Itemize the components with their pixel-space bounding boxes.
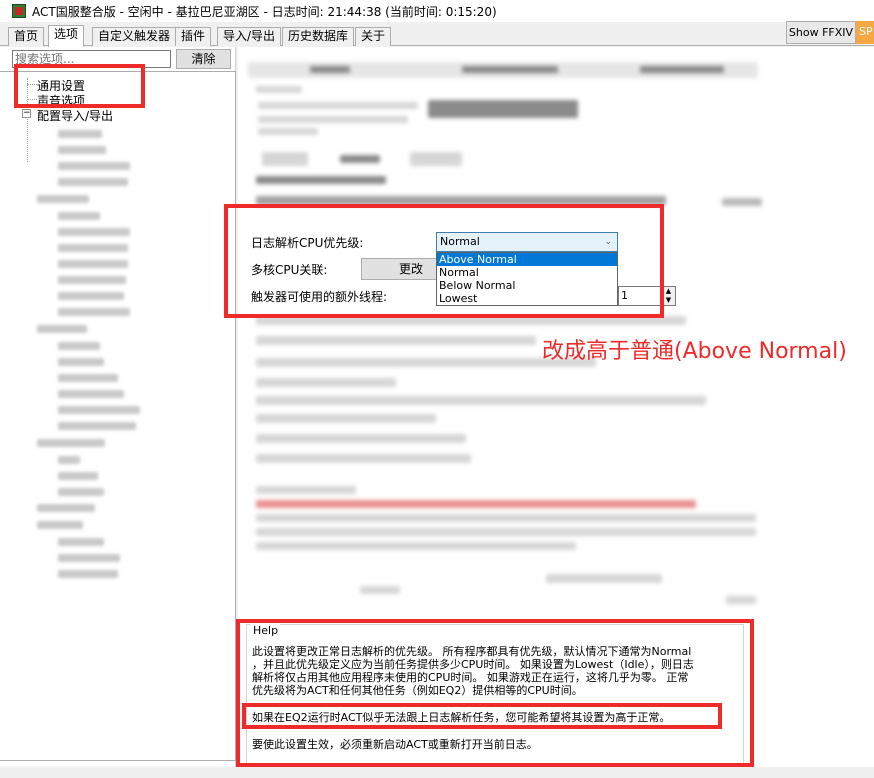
tab-options[interactable]: 选项 (48, 25, 85, 47)
blurred-tree-item (58, 456, 80, 464)
blurred-tree-item (37, 504, 95, 512)
option-lowest[interactable]: Lowest (437, 292, 617, 305)
tab-home[interactable]: 首页 (8, 27, 45, 46)
tab-import-export[interactable]: 导入/导出 (217, 27, 282, 46)
highlight-box-recommendation (242, 703, 722, 729)
blurred-button (262, 152, 308, 166)
blurred-tree-item (58, 130, 102, 138)
blurred-tree-item (58, 406, 140, 414)
blurred-checkbox (256, 434, 466, 443)
blurred-text (258, 116, 408, 123)
blurred-tree-item (58, 554, 120, 562)
blurred-checkbox (256, 396, 706, 405)
tab-history-db[interactable]: 历史数据库 (282, 27, 355, 46)
blurred-tree-item (58, 146, 106, 154)
tab-about[interactable]: 关于 (355, 27, 392, 46)
tree-item-config-import-export[interactable]: 配置导入/导出 (37, 107, 113, 124)
sp-button[interactable]: SP (856, 21, 874, 44)
main-tabs: 首页 选项 自定义触发器 插件 导入/导出 历史数据库 关于 (0, 25, 874, 47)
blurred-text (256, 86, 302, 93)
blurred-text (256, 514, 756, 522)
tab-custom-triggers[interactable]: 自定义触发器 (92, 27, 177, 46)
blurred-checkbox (256, 176, 386, 184)
blurred-text (360, 586, 400, 594)
blurred-tree-item (58, 228, 130, 236)
blurred-text (640, 66, 724, 73)
blurred-tree-item (58, 422, 136, 430)
blurred-tree-item (58, 260, 128, 268)
blurred-tree-item (58, 178, 128, 186)
option-normal[interactable]: Normal (437, 266, 617, 279)
blurred-text (258, 102, 418, 109)
blurred-tree-item (58, 212, 100, 220)
collapse-icon[interactable]: − (22, 109, 31, 118)
blurred-tree-item (58, 374, 118, 382)
blurred-checkbox (546, 574, 662, 583)
blurred-tree-item (58, 570, 118, 578)
blurred-checkbox (256, 454, 471, 463)
blurred-text (726, 596, 756, 604)
blurred-tree-item (58, 472, 98, 480)
blurred-tree-item (58, 358, 104, 366)
blurred-tree-item (58, 162, 130, 170)
blurred-checkbox (256, 336, 536, 345)
blurred-heading (256, 486, 356, 494)
options-sidebar: 清除 通用设置 声音选项 − 配置导入/导出 (0, 47, 236, 767)
blurred-button (340, 155, 380, 163)
blurred-text (462, 66, 558, 73)
blurred-tree-item (58, 292, 124, 300)
blurred-tree-item (37, 521, 83, 529)
blurred-button (410, 152, 462, 166)
options-tree: 通用设置 声音选项 − 配置导入/导出 (0, 71, 236, 761)
blurred-text (256, 542, 576, 550)
blurred-warning (256, 500, 696, 508)
blurred-tree-item (58, 342, 100, 350)
annotation-text: 改成高于普通(Above Normal) (542, 339, 847, 364)
blurred-tree-item (58, 244, 128, 252)
clear-search-button[interactable]: 清除 (176, 49, 231, 69)
blurred-tree-item (37, 195, 89, 203)
show-ffxiv-button[interactable]: Show FFXIV (786, 21, 856, 44)
blurred-tree-item (58, 276, 126, 284)
highlight-box-help (236, 619, 754, 767)
blurred-image (428, 100, 578, 118)
cpu-priority-dropdown: Above Normal Normal Below Normal Lowest (436, 252, 618, 306)
window-title: ACT国服整合版 - 空闲中 - 基拉巴尼亚湖区 - 日志时间: 21:44:3… (32, 4, 497, 19)
title-bar: ACT国服整合版 - 空闲中 - 基拉巴尼亚湖区 - 日志时间: 21:44:3… (0, 0, 874, 22)
blurred-text (310, 66, 350, 73)
highlight-box-general-settings (14, 64, 145, 108)
blurred-text (258, 128, 318, 135)
blurred-tree-item (58, 488, 104, 496)
blurred-checkbox (256, 378, 396, 387)
blurred-tree-item (37, 325, 87, 333)
blurred-tree-item (58, 308, 130, 316)
option-below-normal[interactable]: Below Normal (437, 279, 617, 292)
blurred-text (722, 198, 762, 206)
option-above-normal[interactable]: Above Normal (437, 253, 617, 266)
blurred-text (256, 528, 756, 536)
app-icon (12, 4, 26, 18)
blurred-tree-item (58, 390, 124, 398)
blurred-tree-item (37, 439, 105, 447)
tab-plugins[interactable]: 插件 (175, 27, 212, 46)
blurred-tree-item (58, 538, 104, 546)
blurred-checkbox (256, 414, 436, 423)
